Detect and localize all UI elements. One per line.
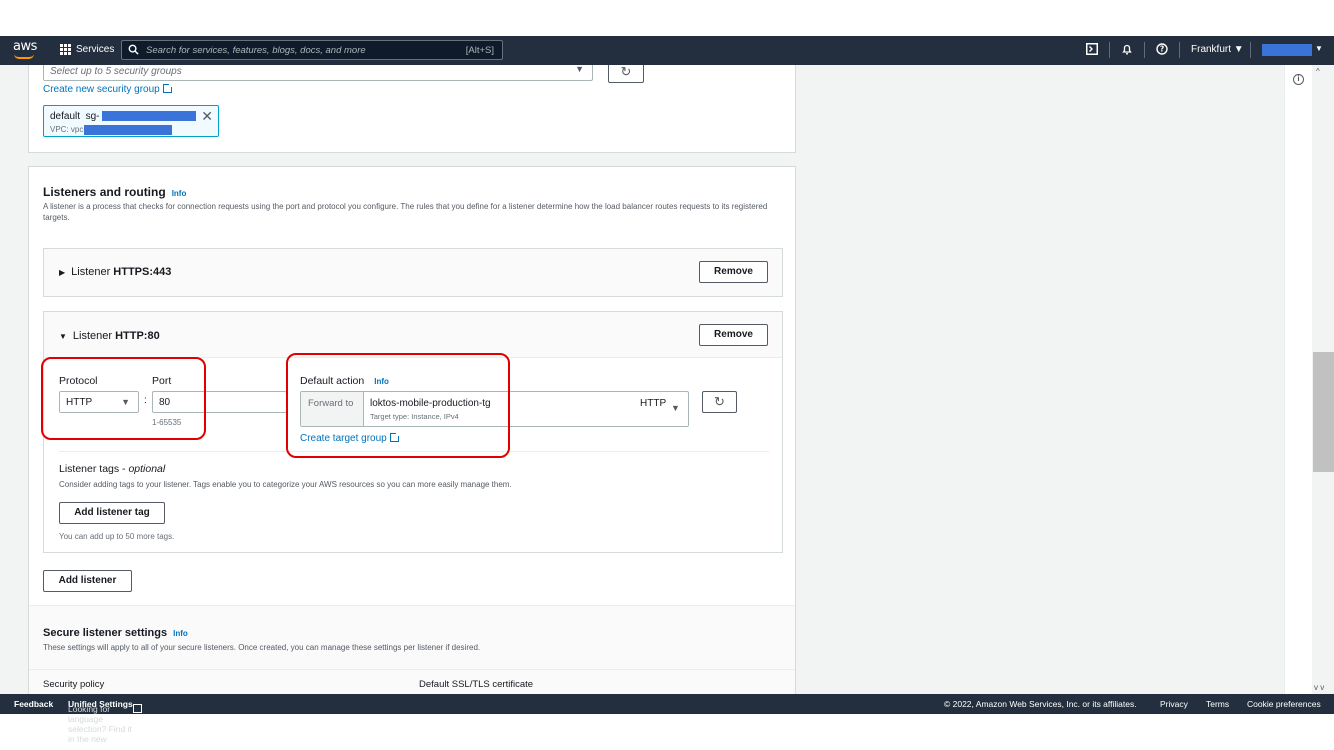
listener-header: ▶ Listener HTTPS:443 Remove (44, 249, 782, 296)
token-name: default sg- (50, 111, 100, 122)
feedback-link[interactable]: Feedback (14, 699, 53, 709)
help-panel-rail (1284, 65, 1312, 694)
info-link[interactable]: Info (173, 629, 188, 638)
listener-toggle[interactable]: ▼ Listener HTTP:80 (59, 330, 160, 342)
secure-listener-settings: Secure listener settings Info These setti… (29, 605, 795, 694)
external-link-icon (162, 83, 173, 93)
security-policy-label: Security policy (43, 679, 105, 690)
redacted-sg-id (102, 111, 196, 121)
region-label: Frankfurt (1191, 44, 1232, 55)
nav-divider (1109, 42, 1110, 58)
terms-link[interactable]: Terms (1206, 699, 1229, 709)
caret-down-icon: ▼ (671, 403, 680, 413)
refresh-icon: ↻ (714, 394, 725, 409)
account-menu-redacted[interactable] (1262, 44, 1312, 56)
info-icon[interactable]: i (1293, 74, 1304, 85)
highlight-protocol-port (41, 357, 206, 440)
cloudshell-icon[interactable] (1085, 43, 1099, 57)
search-input[interactable]: Search for services, features, blogs, do… (121, 40, 503, 60)
cookie-preferences-link[interactable]: Cookie preferences (1247, 699, 1321, 709)
info-link[interactable]: Info (172, 189, 187, 198)
select-placeholder: Select up to 5 security groups (50, 66, 182, 77)
remove-listener-button[interactable]: Remove (699, 324, 768, 346)
chevron-down-icon: ▼ (1233, 44, 1244, 55)
privacy-link[interactable]: Privacy (1160, 699, 1188, 709)
listener-header: ▼ Listener HTTP:80 Remove (44, 312, 782, 358)
redacted-vpc-id (84, 125, 172, 135)
search-placeholder: Search for services, features, blogs, do… (146, 45, 366, 56)
secure-settings-description: These settings will apply to all of your… (43, 643, 481, 652)
section-title: Listeners and routing (43, 185, 166, 199)
create-security-group-link[interactable]: Create new security group (43, 83, 173, 95)
nav-divider (1179, 42, 1180, 58)
aws-logo-smile-icon (14, 54, 34, 59)
security-groups-panel: Select up to 5 security groups ▼ ↻ Creat… (28, 65, 796, 153)
top-navigation-bar: aws Services Search for services, featur… (0, 36, 1334, 65)
scroll-up-icon[interactable]: ^ (1316, 67, 1320, 76)
security-groups-select[interactable]: Select up to 5 security groups ▼ (43, 65, 593, 81)
scroll-down-icon[interactable]: v v (1314, 683, 1324, 692)
add-listener-tag-button[interactable]: Add listener tag (59, 502, 165, 524)
tags-hint: You can add up to 50 more tags. (59, 532, 175, 541)
target-protocol: HTTP (640, 398, 667, 409)
refresh-security-groups-button[interactable]: ↻ (608, 65, 644, 83)
bell-icon[interactable] (1120, 43, 1134, 57)
security-group-token: default sg- VPC: vpc- ✕ (43, 105, 219, 137)
listener-tags-title: Listener tags - optional (59, 463, 166, 475)
copyright-text: © 2022, Amazon Web Services, Inc. or its… (944, 699, 1137, 709)
section-title: Secure listener settings (43, 627, 168, 639)
ssl-certificate-label: Default SSL/TLS certificate (419, 679, 534, 690)
refresh-target-groups-button[interactable]: ↻ (702, 391, 737, 413)
caret-down-icon: ▼ (59, 332, 67, 341)
listener-tags-description: Consider adding tags to your listener. T… (59, 480, 512, 489)
footer-bar: Feedback Looking for language selection?… (0, 694, 1334, 744)
search-icon (128, 44, 139, 55)
chevron-down-icon: ▼ (1315, 44, 1323, 53)
aws-logo[interactable]: aws (13, 39, 37, 54)
refresh-icon: ↻ (620, 65, 632, 79)
remove-listener-button[interactable]: Remove (699, 261, 768, 283)
caret-right-icon: ▶ (59, 268, 66, 277)
language-message: Looking for language selection? Find it … (68, 699, 142, 744)
caret-down-icon: ▼ (575, 65, 584, 74)
scrollbar-thumb[interactable] (1313, 352, 1334, 472)
search-shortcut: [Alt+S] (465, 45, 494, 56)
external-link-icon (132, 704, 142, 713)
secure-settings-heading: Secure listener settings Info (43, 623, 188, 641)
services-label: Services (76, 44, 115, 55)
nav-divider (1250, 42, 1251, 58)
highlight-default-action (286, 353, 510, 458)
help-icon[interactable]: ? (1155, 43, 1169, 57)
listeners-heading: Listeners and routing Info (43, 183, 186, 201)
listeners-description: A listener is a process that checks for … (43, 202, 768, 222)
token-vpc: VPC: vpc- (50, 125, 87, 134)
listener-https-443: ▶ Listener HTTPS:443 Remove (43, 248, 783, 297)
close-icon[interactable]: ✕ (201, 108, 213, 125)
services-menu-button[interactable]: Services (60, 44, 114, 55)
listener-toggle[interactable]: ▶ Listener HTTPS:443 (59, 266, 171, 278)
add-listener-button[interactable]: Add listener (43, 570, 132, 592)
svg-text:?: ? (1160, 45, 1164, 54)
divider (29, 669, 795, 670)
grid-icon (60, 44, 71, 55)
region-selector[interactable]: Frankfurt ▼ (1191, 44, 1244, 55)
nav-divider (1144, 42, 1145, 58)
